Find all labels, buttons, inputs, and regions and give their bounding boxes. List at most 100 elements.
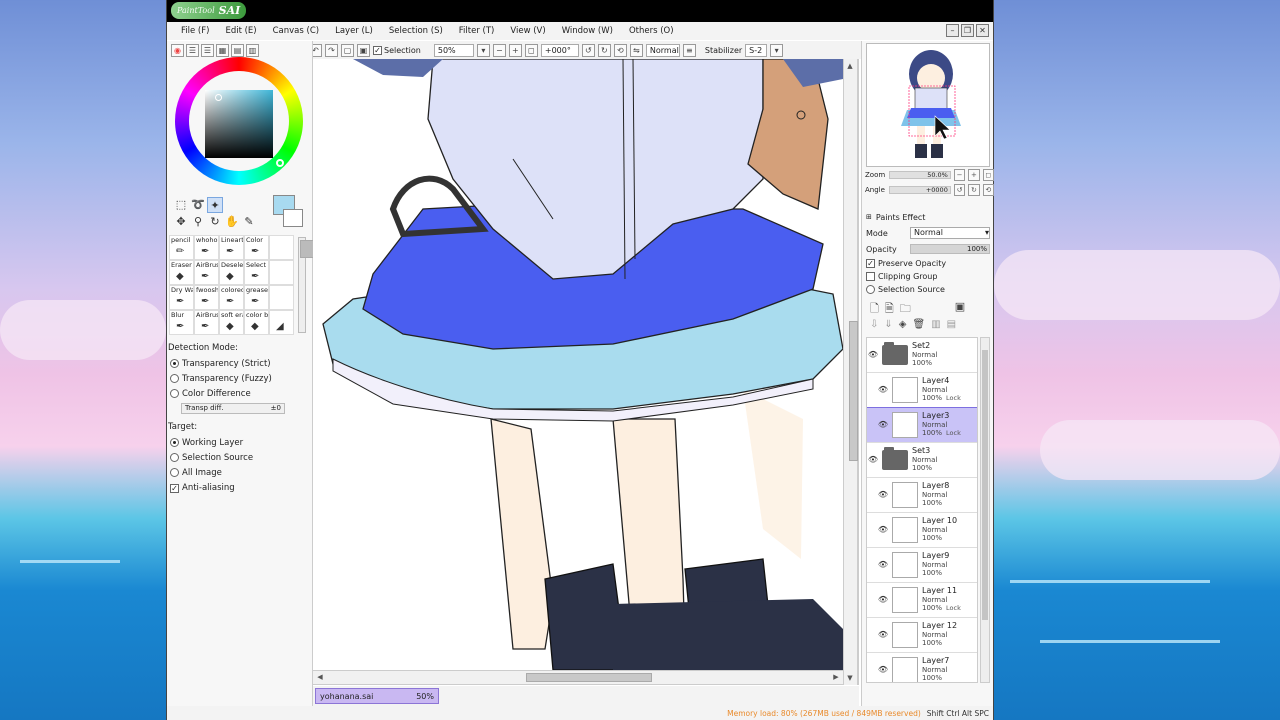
- layer-row[interactable]: 👁 Layer 10 Normal 100%: [867, 513, 977, 548]
- color-wheel-tab-icon[interactable]: ◉: [171, 44, 184, 57]
- palette-tab-icon[interactable]: ▥: [246, 44, 259, 57]
- zoom-field[interactable]: 50%: [433, 43, 474, 57]
- select-rect-icon[interactable]: ⬚: [173, 197, 189, 213]
- rgb-slider-tab-icon[interactable]: ☰: [186, 44, 199, 57]
- eye-icon[interactable]: 👁: [877, 559, 889, 571]
- menu-filter[interactable]: Filter (T): [451, 22, 503, 40]
- stabilizer-dropdown-icon[interactable]: ▾: [770, 43, 784, 57]
- scratchpad-tab-icon[interactable]: ▤: [231, 44, 244, 57]
- nav-angle-slider[interactable]: +0000: [888, 186, 951, 194]
- expand-icon[interactable]: ⊞: [866, 213, 872, 221]
- layer-row[interactable]: 👁 Layer7 Normal 100%: [867, 653, 977, 682]
- zoom-out-icon[interactable]: −: [492, 43, 506, 57]
- invert-selection-icon[interactable]: ▣: [357, 43, 370, 57]
- move-icon[interactable]: ✥: [173, 214, 189, 230]
- new-layer-icon[interactable]: 🗋: [870, 300, 879, 319]
- brush-pencil[interactable]: pencil ✏: [169, 235, 194, 260]
- rotate-tool-icon[interactable]: ↻: [207, 214, 223, 230]
- merge-visible-icon[interactable]: ▤: [947, 319, 956, 330]
- eye-icon[interactable]: 👁: [877, 629, 889, 641]
- brush-airbrush-2[interactable]: AirBrush ✒: [194, 310, 219, 335]
- canvas-vertical-scrollbar[interactable]: ▲ ▼: [843, 59, 858, 685]
- lasso-icon[interactable]: ➰: [190, 197, 206, 213]
- brush-empty[interactable]: ◢: [269, 310, 294, 335]
- menu-view[interactable]: View (V): [502, 22, 553, 40]
- brush-empty[interactable]: [269, 285, 294, 310]
- brush-fwoosh[interactable]: fwoosh ✒: [194, 285, 219, 310]
- sv-marker[interactable]: [215, 94, 222, 101]
- brush-deselect[interactable]: Deselect ◆: [219, 260, 244, 285]
- preserve-opacity-toggle[interactable]: ✓ Preserve Opacity: [862, 257, 994, 270]
- layer-row[interactable]: 👁 Layer4 Normal 100% Lock: [867, 373, 977, 408]
- eye-icon[interactable]: 👁: [877, 664, 889, 676]
- delete-layer-icon[interactable]: 🗑: [912, 319, 925, 330]
- radio-button[interactable]: [170, 359, 179, 368]
- radio-transparency-fuzzy[interactable]: Transparency (Fuzzy): [167, 371, 313, 386]
- new-linework-layer-icon[interactable]: 🗎: [885, 300, 894, 319]
- layer-row[interactable]: 👁 Layer 12 Normal 100%: [867, 618, 977, 653]
- sub-color-swatch[interactable]: [283, 209, 303, 227]
- antialiasing-toggle[interactable]: ✓ Anti-aliasing: [167, 480, 313, 496]
- rotate-right-icon[interactable]: ↻: [597, 43, 611, 57]
- clipping-group-toggle[interactable]: Clipping Group: [862, 270, 994, 283]
- radio-transparency-strict[interactable]: Transparency (Strict): [167, 356, 313, 371]
- canvas-vscroll-thumb[interactable]: [849, 321, 858, 461]
- transfer-down-icon[interactable]: ⇩: [870, 319, 878, 330]
- selection-checkbox[interactable]: ✓: [373, 45, 382, 55]
- canvas[interactable]: [313, 59, 859, 685]
- brush-select[interactable]: Select ✒: [244, 260, 269, 285]
- flip-icon[interactable]: ⇋: [629, 43, 643, 57]
- nav-zoom-slider[interactable]: 50.0%: [888, 171, 951, 179]
- radio-button[interactable]: [170, 453, 179, 462]
- eyedropper-icon[interactable]: ✎: [241, 214, 257, 230]
- eye-icon[interactable]: 👁: [877, 594, 889, 606]
- rotate-left-icon[interactable]: ↺: [581, 43, 595, 57]
- brush-blur[interactable]: Blur ✒: [169, 310, 194, 335]
- nav-zoom-in-icon[interactable]: +: [968, 169, 980, 181]
- scroll-down-icon[interactable]: ▼: [845, 673, 855, 683]
- nav-zoom-reset-icon[interactable]: ◻: [982, 169, 995, 181]
- redo-icon[interactable]: ↷: [325, 43, 338, 57]
- brush-grease[interactable]: grease ✒: [244, 285, 269, 310]
- blend-list-icon[interactable]: ≡: [682, 43, 696, 57]
- radio-all-image[interactable]: All Image: [167, 465, 313, 480]
- layer-menu-icon[interactable]: ▣: [955, 300, 965, 319]
- angle-field[interactable]: +000°: [540, 43, 579, 57]
- hue-marker[interactable]: [276, 159, 284, 167]
- selection-toggle[interactable]: ✓ Selection: [373, 45, 421, 55]
- radio-selection-source[interactable]: Selection Source: [167, 450, 313, 465]
- zoom-tool-icon[interactable]: ⚲: [190, 214, 206, 230]
- blend-mode-field[interactable]: Normal: [645, 43, 680, 57]
- brush-airbrush[interactable]: AirBrush ✒: [194, 260, 219, 285]
- transp-diff-slider[interactable]: Transp diff. ±0: [181, 403, 285, 414]
- brush-empty[interactable]: [269, 260, 294, 285]
- brush-colored[interactable]: colored ✒: [219, 285, 244, 310]
- layer-row[interactable]: 👁 Layer9 Normal 100%: [867, 548, 977, 583]
- magic-wand-icon[interactable]: ✦: [207, 197, 223, 213]
- clear-layer-icon[interactable]: ◈: [899, 319, 907, 330]
- menu-selection[interactable]: Selection (S): [381, 22, 451, 40]
- eye-icon[interactable]: 👁: [877, 419, 889, 431]
- document-tab[interactable]: yohanana.sai 50%: [315, 688, 439, 704]
- brush-dry-watercolor[interactable]: Dry Wat ✒: [169, 285, 194, 310]
- swatches-tab-icon[interactable]: ▦: [216, 44, 229, 57]
- canvas-horizontal-scrollbar[interactable]: ◀ ▶: [313, 670, 843, 684]
- eye-icon[interactable]: 👁: [877, 489, 889, 501]
- nav-zoom-out-icon[interactable]: −: [953, 169, 966, 181]
- brush-eraser[interactable]: Eraser ◆: [169, 260, 194, 285]
- layer-row[interactable]: 👁 Layer3 Normal 100% Lock: [867, 407, 977, 444]
- brush-empty[interactable]: [269, 235, 294, 260]
- scroll-up-icon[interactable]: ▲: [845, 61, 855, 71]
- scroll-left-icon[interactable]: ◀: [315, 672, 325, 682]
- hand-icon[interactable]: ✋: [224, 214, 240, 230]
- layer-folder-row[interactable]: 👁 Set2 Normal 100%: [867, 338, 977, 373]
- close-icon[interactable]: ✕: [976, 24, 989, 37]
- nav-rotate-right-icon[interactable]: ↻: [968, 184, 980, 196]
- merge-down-icon[interactable]: ⇓: [884, 319, 892, 330]
- menu-layer[interactable]: Layer (L): [327, 22, 381, 40]
- canvas-hscroll-thumb[interactable]: [526, 673, 652, 682]
- radio-color-difference[interactable]: Color Difference: [167, 386, 313, 401]
- layer-folder-row[interactable]: 👁 Set3 Normal 100%: [867, 443, 977, 478]
- antialiasing-checkbox[interactable]: ✓: [170, 483, 179, 493]
- eye-icon[interactable]: 👁: [877, 524, 889, 536]
